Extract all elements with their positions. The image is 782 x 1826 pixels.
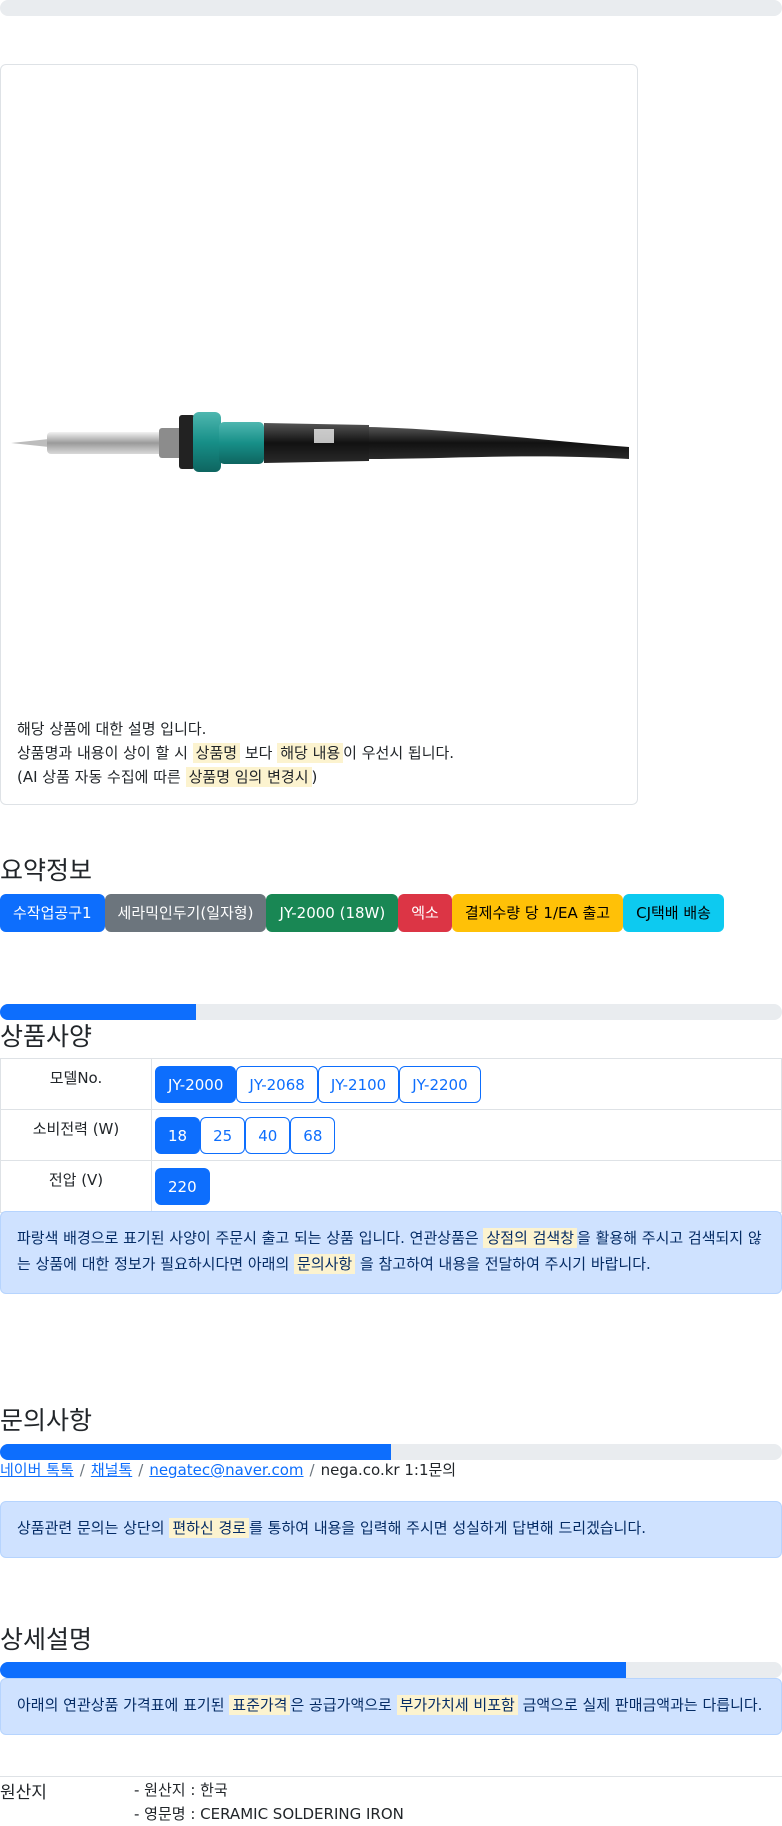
- spec-label: 소비전력 (W): [0, 1109, 152, 1161]
- notice-text: ): [311, 768, 318, 786]
- link-separator: /: [138, 1461, 144, 1479]
- inquiry-progress: [0, 1444, 782, 1460]
- link-separator: /: [309, 1461, 315, 1479]
- summary-title: 요약정보: [0, 856, 93, 885]
- spec-option-button[interactable]: 18: [155, 1116, 201, 1154]
- spec-options: JY-2000 JY-2068 JY-2100 JY-2200: [152, 1062, 781, 1107]
- origin-line: - 영문명 : CERAMIC SOLDERING IRON: [134, 1805, 404, 1823]
- spec-label: 전압 (V): [0, 1160, 152, 1213]
- spec-row: 소비전력 (W) 18 25 40 68: [0, 1109, 782, 1161]
- summary-badge: 엑소: [398, 894, 452, 932]
- summary-badge: 세라믹인두기(일자형): [104, 894, 267, 932]
- origin-section: 원산지 - 원산지 : 한국 - 영문명 : CERAMIC SOLDERING …: [0, 1776, 782, 1823]
- soldering-iron-image: [11, 412, 629, 472]
- spec-progress: [0, 1004, 782, 1020]
- spec-options-cell: 18 25 40 68: [151, 1109, 782, 1161]
- inquiry-title: 문의사항: [0, 1406, 93, 1435]
- description-line: (AI 상품 자동 수집에 따른 상품명 임의 변경시): [17, 765, 454, 789]
- product-description: 해당 상품에 대한 설명 입니다. 상품명과 내용이 상이 할 시 상품명 보다 …: [17, 717, 454, 789]
- summary-badge: CJ택배 배송: [623, 894, 724, 932]
- notice-text: 은 공급가액으로: [290, 1696, 397, 1714]
- detail-progress-fill: [0, 1662, 626, 1678]
- description-line: 상품명과 내용이 상이 할 시 상품명 보다 해당 내용 이 우선시 됩니다.: [17, 741, 454, 765]
- highlight-text: 상품명: [192, 743, 241, 763]
- spec-title: 상품사양: [0, 1022, 93, 1051]
- spec-options-cell: JY-2000 JY-2068 JY-2100 JY-2200: [151, 1058, 782, 1110]
- inquiry-links: 네이버 톡톡 / 채널톡 / negatec@naver.com / nega.co.kr …: [0, 1459, 456, 1480]
- highlight-text: 표준가격: [229, 1695, 291, 1715]
- origin-line: - 원산지 : 한국: [134, 1781, 228, 1799]
- notice-text: 상품관련 문의는 상단의: [17, 1519, 170, 1537]
- detail-progress: [0, 1662, 782, 1678]
- notice-text: 상품명과 내용이 상이 할 시: [17, 744, 193, 762]
- spec-option-button[interactable]: JY-2100: [317, 1065, 400, 1103]
- spec-heading: 상품사양: [0, 1017, 92, 1053]
- spec-options: 18 25 40 68: [152, 1113, 781, 1158]
- inquiry-link[interactable]: 네이버 톡톡: [0, 1461, 74, 1479]
- detail-heading: 상세설명: [0, 1620, 92, 1656]
- spec-option-button[interactable]: 220: [155, 1168, 210, 1205]
- spec-option-button[interactable]: 25: [200, 1116, 246, 1154]
- notice-text: 보다: [240, 744, 278, 762]
- summary-badge: 수작업공구1: [0, 894, 105, 932]
- notice-text: 해당 상품에 대한 설명 입니다.: [17, 720, 207, 738]
- detail-notice: 아래의 연관상품 가격표에 표기된 표준가격 은 공급가액으로 부가가치세 비포함…: [0, 1678, 782, 1735]
- notice-text: 파랑색 배경으로 표기된 사양이 주문시 출고 되는 상품 입니다. 연관상품은: [17, 1229, 484, 1247]
- description-line: 해당 상품에 대한 설명 입니다.: [17, 717, 454, 741]
- inquiry-text: nega.co.kr 1:1문의: [320, 1461, 457, 1479]
- origin-lines: - 원산지 : 한국 - 영문명 : CERAMIC SOLDERING IRON: [134, 1778, 734, 1826]
- spec-options-cell: 220: [151, 1160, 782, 1213]
- inquiry-link[interactable]: negatec@naver.com: [149, 1461, 303, 1479]
- top-progress-bar: [0, 0, 782, 16]
- inquiry-notice: 상품관련 문의는 상단의 편하신 경로 를 통하여 내용을 입력해 주시면 성실하…: [0, 1501, 782, 1558]
- spec-option-button[interactable]: JY-2000: [155, 1065, 237, 1103]
- highlight-text: 해당 내용: [277, 743, 344, 763]
- spec-table: 모델No. JY-2000 JY-2068 JY-2100 JY-2200 소비전력 (W…: [0, 1058, 782, 1213]
- highlight-text: 상품명 임의 변경시: [185, 767, 312, 787]
- spec-option-button[interactable]: 40: [245, 1116, 291, 1154]
- inquiry-link[interactable]: 채널톡: [91, 1461, 132, 1479]
- summary-badges: 수작업공구1 세라믹인두기(일자형) JY-2000 (18W) 엑소 결제수량 당 1…: [0, 894, 724, 932]
- detail-title: 상세설명: [0, 1625, 93, 1654]
- spec-notice: 파랑색 배경으로 표기된 사양이 주문시 출고 되는 상품 입니다. 연관상품은…: [0, 1211, 782, 1294]
- notice-text: 을 참고하여 내용을 전달하여 주시기 바랍니다.: [355, 1255, 651, 1273]
- notice-text: 를 통하여 내용을 입력해 주시면 성실하게 답변해 드리겠습니다.: [249, 1519, 647, 1537]
- inquiry-progress-fill: [0, 1444, 391, 1460]
- product-card: 해당 상품에 대한 설명 입니다. 상품명과 내용이 상이 할 시 상품명 보다 …: [0, 64, 638, 805]
- spec-row: 모델No. JY-2000 JY-2068 JY-2100 JY-2200: [0, 1058, 782, 1110]
- spec-row: 전압 (V) 220: [0, 1160, 782, 1213]
- origin-label: 원산지: [0, 1783, 47, 1803]
- notice-text: (AI 상품 자동 수집에 따른: [17, 768, 186, 786]
- spec-option-button[interactable]: JY-2200: [399, 1065, 481, 1103]
- notice-text: 이 우선시 됩니다.: [343, 744, 455, 762]
- notice-text: 금액으로 실제 판매금액과는 다릅니다.: [517, 1696, 763, 1714]
- spec-option-button[interactable]: JY-2068: [236, 1065, 318, 1103]
- notice-text: 아래의 연관상품 가격표에 표기된: [17, 1696, 230, 1714]
- highlight-text: 문의사항: [294, 1254, 356, 1274]
- highlight-text: 편하신 경로: [169, 1518, 250, 1538]
- link-separator: /: [79, 1461, 85, 1479]
- spec-label: 모델No.: [0, 1058, 152, 1110]
- spec-option-button[interactable]: 68: [290, 1116, 336, 1154]
- spec-options: 220: [152, 1164, 781, 1209]
- highlight-text: 상점의 검색창: [483, 1228, 578, 1248]
- inquiry-heading: 문의사항: [0, 1401, 92, 1437]
- highlight-text: 부가가치세 비포함: [396, 1695, 518, 1715]
- summary-badge: 결제수량 당 1/EA 출고: [451, 894, 624, 932]
- summary-badge: JY-2000 (18W): [266, 894, 399, 932]
- summary-section: 요약정보: [0, 851, 92, 887]
